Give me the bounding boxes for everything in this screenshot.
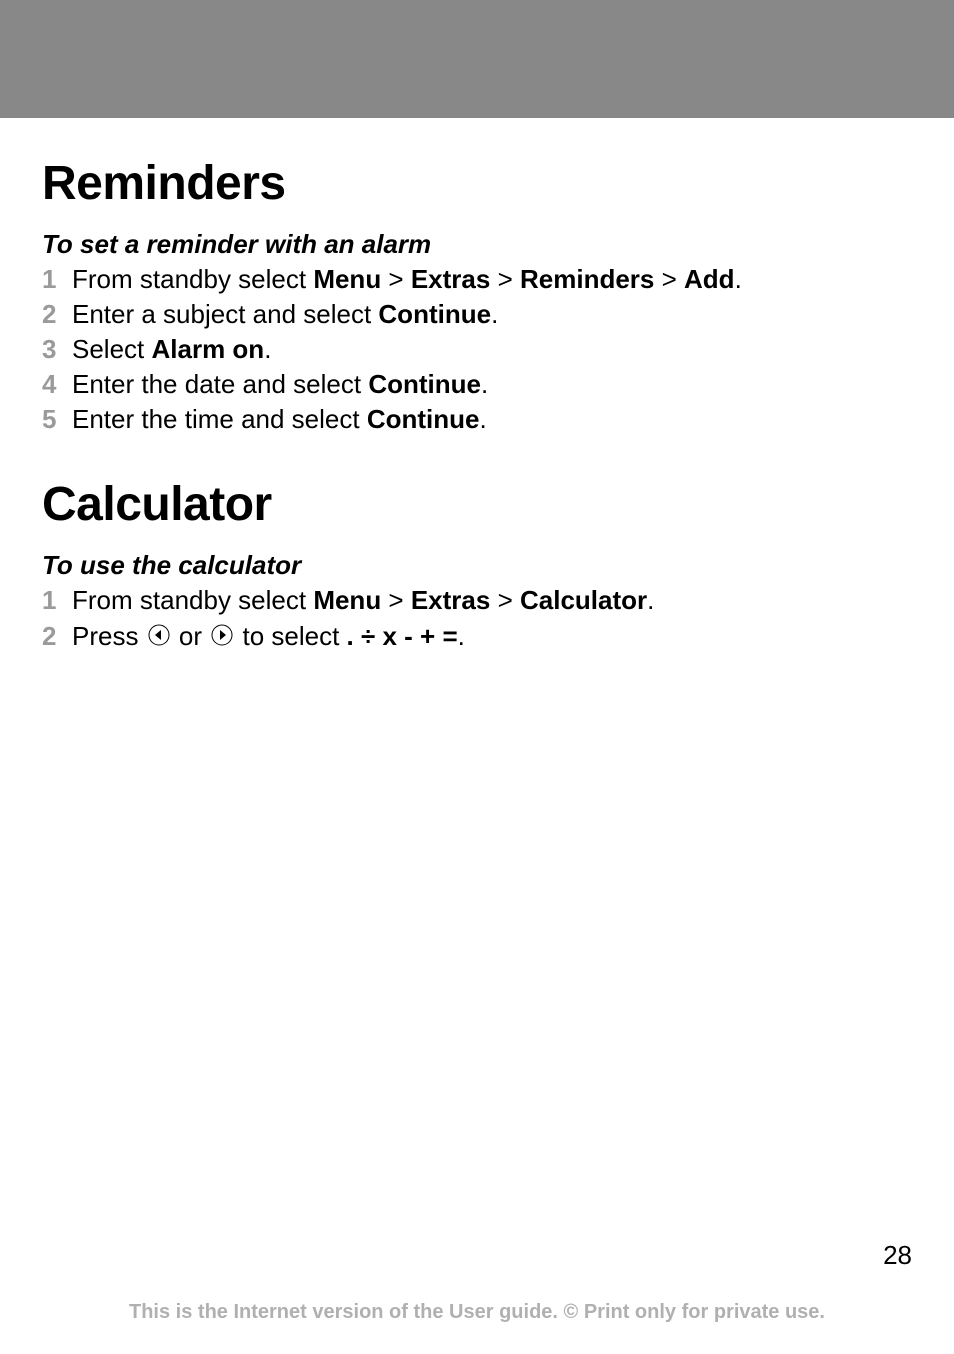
content-area: Reminders To set a reminder with an alar…	[42, 156, 912, 1240]
list-item: 4 Enter the date and select Continue.	[42, 367, 912, 402]
footer-disclaimer: This is the Internet version of the User…	[42, 1301, 912, 1324]
step-number: 1	[42, 583, 72, 618]
step-text: From standby select Menu > Extras > Remi…	[72, 262, 912, 297]
page-number: 28	[42, 1240, 912, 1271]
step-number: 4	[42, 367, 72, 402]
step-number: 1	[42, 262, 72, 297]
document-page: Reminders To set a reminder with an alar…	[0, 118, 954, 1354]
step-text: Select Alarm on.	[72, 332, 912, 367]
step-text: Enter the date and select Continue.	[72, 367, 912, 402]
list-item: 3 Select Alarm on.	[42, 332, 912, 367]
step-number: 3	[42, 332, 72, 367]
list-item: 2 Press or to select . ÷ x - + =.	[42, 619, 912, 656]
step-number: 2	[42, 619, 72, 654]
list-item: 1 From standby select Menu > Extras > Re…	[42, 262, 912, 297]
step-text: Enter a subject and select Continue.	[72, 297, 912, 332]
subheading-reminder-alarm: To set a reminder with an alarm	[42, 229, 912, 260]
section-heading-reminders: Reminders	[42, 156, 912, 211]
step-number: 5	[42, 402, 72, 437]
list-item: 2 Enter a subject and select Continue.	[42, 297, 912, 332]
steps-list-reminders: 1 From standby select Menu > Extras > Re…	[42, 262, 912, 437]
list-item: 1 From standby select Menu > Extras > Ca…	[42, 583, 912, 618]
step-text: Press or to select . ÷ x - + =.	[72, 619, 912, 656]
subheading-calculator: To use the calculator	[42, 550, 912, 581]
step-number: 2	[42, 297, 72, 332]
step-text: Enter the time and select Continue.	[72, 402, 912, 437]
list-item: 5 Enter the time and select Continue.	[42, 402, 912, 437]
nav-left-icon	[148, 620, 170, 655]
nav-right-icon	[211, 620, 233, 655]
steps-list-calculator: 1 From standby select Menu > Extras > Ca…	[42, 583, 912, 655]
section-heading-calculator: Calculator	[42, 477, 912, 532]
step-text: From standby select Menu > Extras > Calc…	[72, 583, 912, 618]
